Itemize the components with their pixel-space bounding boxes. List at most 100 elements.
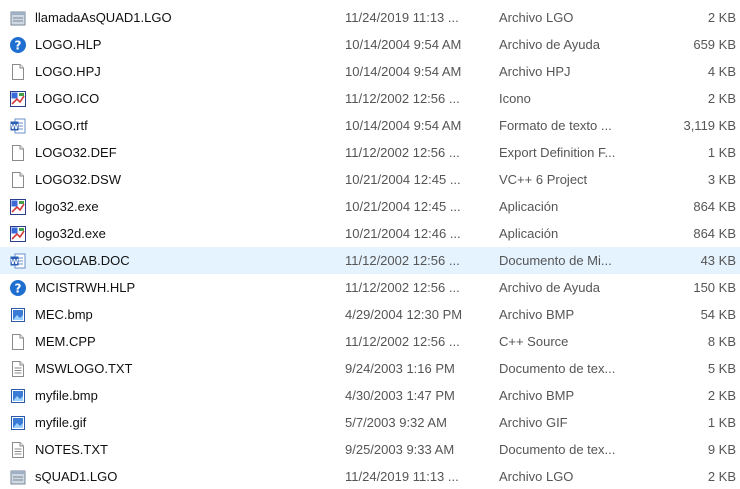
file-date-modified: 11/24/2019 11:13 ... [345,469,459,484]
file-type: Icono [499,91,531,106]
blank-file-icon [9,333,27,351]
svg-text:W: W [11,123,19,131]
image-file-icon [9,387,27,405]
file-size: 659 KB [693,37,736,52]
file-name: LOGO.HPJ [35,64,101,79]
file-date-modified: 9/24/2003 1:16 PM [345,361,455,376]
file-name: sQUAD1.LGO [35,469,118,484]
file-row[interactable]: NOTES.TXT 9/25/2003 9:33 AM Documento de t… [0,436,740,463]
file-name: MSWLOGO.TXT [35,361,133,376]
file-row[interactable]: MEM.CPP 11/12/2002 12:56 ... C++ Source 8 K… [0,328,740,355]
file-type: C++ Source [499,334,569,349]
text-file-icon [9,441,27,459]
file-size: 9 KB [707,442,736,457]
exe-file-icon [9,225,27,243]
lgo-file-icon [9,9,27,27]
file-row[interactable]: LOGO.ICO 11/12/2002 12:56 ... Icono 2 KB [0,85,740,112]
file-type: Archivo de Ayuda [499,280,600,295]
file-size: 1 KB [707,415,736,430]
file-type: Documento de Mi... [499,253,612,268]
svg-text:W: W [11,258,19,266]
svg-text:?: ? [15,282,22,296]
icon-file-icon [9,90,27,108]
help-file-icon: ? [9,279,27,297]
file-date-modified: 10/21/2004 12:45 ... [345,172,461,187]
file-row[interactable]: myfile.bmp 4/30/2003 1:47 PM Archivo BMP 2 … [0,382,740,409]
file-size: 1 KB [707,145,736,160]
file-type: Archivo HPJ [499,64,571,79]
file-size: 3 KB [707,172,736,187]
file-size: 2 KB [707,10,736,25]
blank-file-icon [9,144,27,162]
file-size: 3,119 KB [683,118,736,133]
file-name: LOGO.ICO [35,91,100,106]
file-name: llamadaAsQUAD1.LGO [35,10,172,25]
file-row[interactable]: LOGO32.DEF 11/12/2002 12:56 ... Export Def… [0,139,740,166]
file-row[interactable]: logo32.exe 10/21/2004 12:45 ... Aplicación… [0,193,740,220]
file-name: LOGO32.DEF [35,145,117,160]
word-file-icon: W [9,117,27,135]
file-date-modified: 11/12/2002 12:56 ... [345,253,460,268]
file-date-modified: 10/14/2004 9:54 AM [345,64,462,79]
exe-file-icon [9,198,27,216]
file-size: 864 KB [693,199,736,214]
file-type: Aplicación [499,199,559,214]
file-name: myfile.gif [35,415,87,430]
file-date-modified: 10/21/2004 12:46 ... [345,226,461,241]
word-file-icon: W [9,252,27,270]
file-list: llamadaAsQUAD1.LGO 11/24/2019 11:13 ... Ar… [0,4,740,489]
file-date-modified: 11/12/2002 12:56 ... [345,334,460,349]
blank-file-icon [9,63,27,81]
file-date-modified: 10/14/2004 9:54 AM [345,37,462,52]
file-size: 4 KB [707,64,736,79]
file-row[interactable]: LOGO32.DSW 10/21/2004 12:45 ... VC++ 6 Pro… [0,166,740,193]
file-row[interactable]: ? LOGO.HLP 10/14/2004 9:54 AM Archivo de Ay… [0,31,740,58]
file-type: Archivo GIF [499,415,568,430]
file-row[interactable]: LOGO.HPJ 10/14/2004 9:54 AM Archivo HPJ 4 K… [0,58,740,85]
file-row[interactable]: myfile.gif 5/7/2003 9:32 AM Archivo GIF 1 K… [0,409,740,436]
file-type: Archivo LGO [499,469,574,484]
help-file-icon: ? [9,36,27,54]
file-size: 43 KB [700,253,736,268]
file-row[interactable]: MSWLOGO.TXT 9/24/2003 1:16 PM Documento de… [0,355,740,382]
file-type: Archivo de Ayuda [499,37,600,52]
file-name: logo32.exe [35,199,99,214]
image-file-icon [9,306,27,324]
file-date-modified: 10/21/2004 12:45 ... [345,199,461,214]
file-row[interactable]: logo32d.exe 10/21/2004 12:46 ... Aplicació… [0,220,740,247]
file-name: logo32d.exe [35,226,106,241]
file-name: NOTES.TXT [35,442,108,457]
file-row[interactable]: sQUAD1.LGO 11/24/2019 11:13 ... Archivo LG… [0,463,740,489]
text-file-icon [9,360,27,378]
file-name: MEC.bmp [35,307,93,322]
file-row[interactable]: llamadaAsQUAD1.LGO 11/24/2019 11:13 ... Ar… [0,4,740,31]
file-type: Formato de texto ... [499,118,612,133]
file-size: 5 KB [707,361,736,376]
file-date-modified: 9/25/2003 9:33 AM [345,442,455,457]
file-name: LOGO32.DSW [35,172,121,187]
file-row[interactable]: W LOGO.rtf 10/14/2004 9:54 AM Formato de te… [0,112,740,139]
file-name: MEM.CPP [35,334,96,349]
file-name: LOGOLAB.DOC [35,253,130,268]
file-row[interactable]: W LOGOLAB.DOC 11/12/2002 12:56 ... Document… [0,247,740,274]
file-name: MCISTRWH.HLP [35,280,136,295]
file-name: LOGO.rtf [35,118,88,133]
file-size: 8 KB [707,334,736,349]
svg-text:?: ? [15,39,22,53]
file-type: Archivo LGO [499,10,574,25]
file-name: myfile.bmp [35,388,98,403]
file-date-modified: 4/30/2003 1:47 PM [345,388,455,403]
blank-file-icon [9,171,27,189]
file-date-modified: 10/14/2004 9:54 AM [345,118,462,133]
file-row[interactable]: MEC.bmp 4/29/2004 12:30 PM Archivo BMP 54 K… [0,301,740,328]
file-date-modified: 4/29/2004 12:30 PM [345,307,463,322]
file-date-modified: 11/24/2019 11:13 ... [345,10,459,25]
file-size: 54 KB [700,307,736,322]
file-type: Documento de tex... [499,442,616,457]
file-date-modified: 5/7/2003 9:32 AM [345,415,447,430]
lgo-file-icon [9,468,27,486]
file-type: Aplicación [499,226,559,241]
file-row[interactable]: ? MCISTRWH.HLP 11/12/2002 12:56 ... Archivo… [0,274,740,301]
file-size: 2 KB [707,469,736,484]
file-size: 2 KB [707,388,736,403]
